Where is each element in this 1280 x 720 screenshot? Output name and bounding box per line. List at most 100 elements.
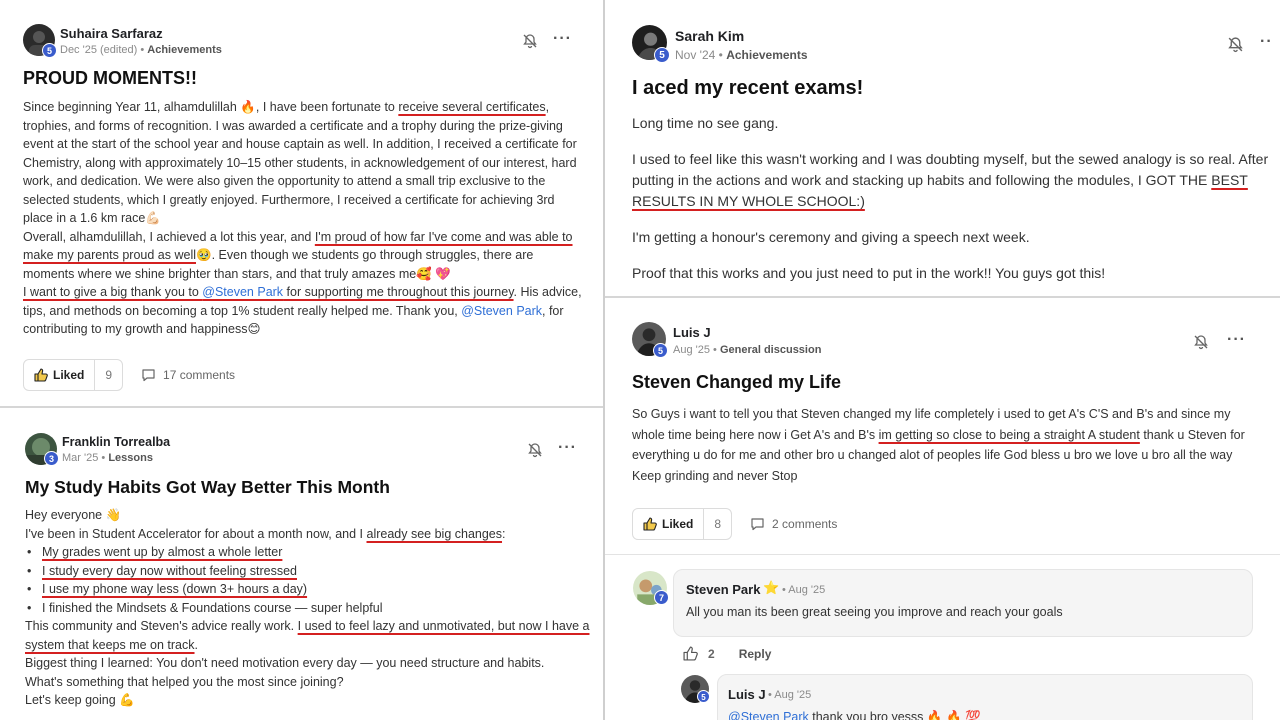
comments-button[interactable]: 17 comments [141, 368, 235, 382]
body-text: Biggest thing I learned: You don't need … [25, 656, 545, 670]
post-date: Mar '25 [62, 452, 99, 464]
post-date: Aug '25 [673, 344, 710, 356]
comment-like-count: 2 [708, 646, 715, 661]
comment-author[interactable]: Steven Park [686, 582, 760, 597]
love-emoji: 🥰 💖 [416, 266, 451, 281]
comments-button[interactable]: 2 comments [750, 517, 837, 531]
post-date: Nov '24 [675, 48, 716, 62]
level-badge: 5 [654, 47, 670, 63]
divider [605, 554, 1280, 555]
bell-icon[interactable] [1227, 36, 1244, 53]
bell-icon[interactable] [1193, 334, 1209, 350]
body-text: . [194, 637, 198, 652]
like-label: Liked [53, 368, 85, 382]
mention-link[interactable]: @Steven Park [728, 710, 809, 720]
more-options-icon[interactable]: ··· [558, 439, 577, 457]
list-item-text: I study every day now without feeling st… [42, 563, 297, 578]
post-category[interactable]: Achievements [726, 48, 807, 62]
post-body: Hey everyone 👋 I've been in Student Acce… [25, 506, 590, 710]
muscle-emoji: 💪🏻 [145, 211, 161, 225]
thumbs-up-icon [34, 368, 48, 382]
teary-emoji: 🥹 [196, 248, 212, 262]
post-category[interactable]: General discussion [720, 344, 821, 356]
fire-emoji: 🔥 [240, 100, 256, 114]
muscle-emoji: 💪 [119, 693, 135, 707]
list-item-text: I finished the Mindsets & Foundations co… [42, 600, 383, 615]
underlined-text: receive several certificates [398, 100, 546, 114]
body-text: I used to feel like this wasn't working … [632, 151, 1269, 188]
like-label-wrap: Liked [24, 360, 96, 390]
body-text: , trophies, and forms of recognition. I … [23, 100, 577, 225]
post-title: PROUD MOMENTS!! [23, 68, 197, 88]
post-meta: Dec '25 (edited) • Achievements [60, 44, 222, 56]
thumbs-up-icon[interactable] [683, 646, 698, 661]
post-body: Since beginning Year 11, alhamdulillah 🔥… [23, 98, 583, 339]
post-date: Dec '25 (edited) [60, 44, 138, 56]
meta-separator: • [709, 344, 720, 356]
reply-button[interactable]: Reply [739, 647, 772, 661]
body-text: Overall, alhamdulillah, I achieved a lot… [23, 229, 315, 244]
level-badge: 7 [654, 590, 669, 605]
progress-list: My grades went up by almost a whole lett… [25, 543, 590, 617]
meta-separator: • [137, 44, 148, 56]
body-text: for supporting me throughout this journe… [283, 285, 514, 299]
body-text: I want to give a big thank you to [23, 285, 203, 299]
post-meta: Nov '24 • Achievements [675, 48, 808, 62]
post-card-franklin: 3 Franklin Torrealba Mar '25 • Lessons ·… [0, 408, 603, 720]
comment-body: thank you bro yesss [808, 710, 927, 720]
body-text: I've been in Student Accelerator for abo… [25, 526, 367, 541]
wave-emoji: 👋 [105, 508, 122, 522]
like-button[interactable]: Liked 9 [23, 359, 124, 391]
body-text: Proof that this works and you just need … [632, 265, 1106, 281]
mention-link[interactable]: @Steven Park [202, 285, 283, 299]
comment-actions: 2 Reply [683, 646, 771, 661]
star-icon: ⭐ [763, 580, 780, 595]
more-options-icon[interactable]: ··· [1227, 331, 1246, 349]
list-item: I use my phone way less (down 3+ hours a… [25, 580, 590, 599]
underlined-text: already see big changes [366, 526, 503, 541]
comment-icon [142, 369, 155, 382]
list-item-text: I use my phone way less (down 3+ hours a… [42, 582, 308, 596]
post-body: Long time no see gang. I used to feel li… [632, 113, 1272, 284]
more-options-icon[interactable]: ·· [1260, 33, 1273, 51]
like-count[interactable]: 9 [95, 368, 122, 382]
author-name[interactable]: Luis J [673, 325, 711, 340]
like-button[interactable]: Liked 8 [632, 508, 733, 540]
author-name[interactable]: Suhaira Sarfaraz [60, 26, 163, 41]
comment-bubble: Steven Park ⭐ • Aug '25 All you man its … [673, 569, 1253, 637]
body-text: What's something that helped you the mos… [25, 674, 344, 689]
level-badge: 5 [697, 690, 710, 703]
bell-icon[interactable] [527, 442, 543, 458]
post-category[interactable]: Lessons [108, 452, 153, 464]
post-title: Steven Changed my Life [632, 372, 842, 392]
author-name[interactable]: Franklin Torrealba [62, 435, 170, 449]
body-text: This community and Steven's advice reall… [25, 619, 298, 633]
like-label-wrap: Liked [633, 509, 705, 539]
post-meta: Mar '25 • Lessons [62, 452, 153, 464]
post-category[interactable]: Achievements [147, 44, 222, 56]
like-count[interactable]: 8 [704, 517, 731, 531]
mention-link[interactable]: @Steven Park [461, 304, 542, 318]
comment-count: 17 comments [163, 368, 236, 382]
comment-text: @Steven Park thank you bro yesss 🔥 🔥 💯 [728, 710, 981, 720]
author-name[interactable]: Sarah Kim [675, 28, 744, 44]
underlined-text: im getting so close to being a straight … [878, 427, 1140, 442]
post-card-luis: 5 Luis J Aug '25 • General discussion ··… [605, 298, 1280, 720]
comment-text: All you man its been great seeing you im… [686, 605, 1063, 619]
post-title: My Study Habits Got Way Better This Mont… [25, 477, 390, 497]
smile-emoji: 😊 [247, 322, 261, 336]
comment-date: • Aug '25 [782, 584, 826, 596]
post-card-suhaira: 5 Suhaira Sarfaraz Dec '25 (edited) • Ac… [0, 0, 603, 402]
fire-emoji: 🔥 🔥 💯 [926, 710, 981, 720]
list-item-text: My grades went up by almost a whole lett… [42, 545, 283, 559]
level-badge: 5 [653, 343, 668, 358]
level-badge: 5 [42, 43, 57, 58]
comment-count: 2 comments [772, 517, 838, 531]
bell-icon[interactable] [522, 33, 538, 49]
comment-bubble: Luis J • Aug '25 @Steven Park thank you … [717, 674, 1253, 720]
comment-author[interactable]: Luis J [728, 687, 766, 702]
more-options-icon[interactable]: ··· [553, 30, 572, 48]
thumbs-up-icon [643, 517, 657, 531]
comment-icon [751, 518, 764, 531]
body-text: I'm getting a honour's ceremony and givi… [632, 229, 1030, 245]
